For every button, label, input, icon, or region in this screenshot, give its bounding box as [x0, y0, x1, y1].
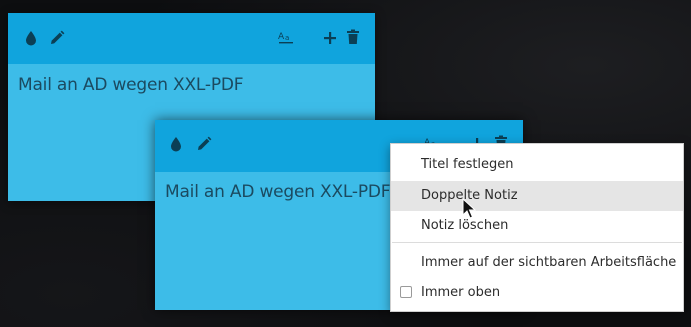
- note-content[interactable]: Mail an AD wegen XXL-PDF: [165, 182, 391, 202]
- edit-pencil-icon[interactable]: [195, 135, 213, 153]
- menu-item-duplicate-note[interactable]: Doppelte Notiz: [391, 181, 683, 211]
- menu-item-delete-note[interactable]: Notiz löschen: [391, 211, 683, 241]
- menu-item-label: Immer oben: [421, 285, 501, 300]
- menu-item-always-on-visible-workspace[interactable]: Immer auf der sichtbaren Arbeitsfläche: [391, 248, 683, 278]
- context-menu: Titel festlegen Doppelte Notiz Notiz lös…: [390, 143, 684, 312]
- font-size-icon[interactable]: Aa: [277, 29, 295, 47]
- note-content[interactable]: Mail an AD wegen XXL-PDF: [18, 75, 244, 95]
- menu-separator: [392, 242, 682, 243]
- color-drop-icon[interactable]: [167, 135, 185, 153]
- always-on-top-checkbox[interactable]: [400, 286, 412, 298]
- svg-text:a: a: [285, 34, 289, 42]
- color-drop-icon[interactable]: [22, 29, 40, 47]
- edit-pencil-icon[interactable]: [48, 29, 66, 47]
- add-note-icon[interactable]: [321, 29, 339, 47]
- svg-text:A: A: [278, 32, 285, 42]
- delete-trash-icon[interactable]: [344, 28, 362, 46]
- menu-item-set-title[interactable]: Titel festlegen: [391, 150, 683, 180]
- mouse-pointer-icon: [462, 197, 477, 220]
- menu-item-always-on-top[interactable]: Immer oben: [391, 278, 683, 308]
- note-header[interactable]: Aa: [8, 13, 375, 64]
